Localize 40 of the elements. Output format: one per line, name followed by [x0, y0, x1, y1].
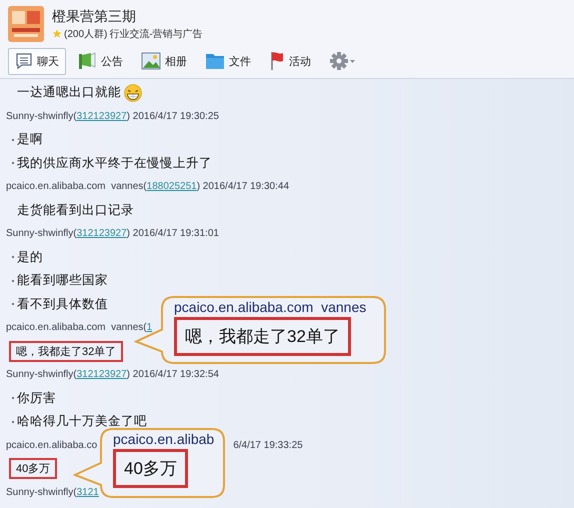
group-avatar [8, 6, 44, 42]
star-icon [52, 29, 62, 39]
highlighted-message: 40多万 [9, 458, 58, 480]
message-header: Sunny-shwinfly(312123927) 2016/4/17 19:30:25 [5, 110, 219, 124]
message-text: 你厉害 [17, 390, 56, 407]
message-header: pcaico.en.alibaba.com vannes(1 [5, 321, 152, 336]
message-sender: pcaico.en.alibaba.co [6, 440, 98, 451]
group-category: 行业交流-营销与广告 [109, 28, 203, 41]
message-text: 能看到哪些国家 [17, 272, 108, 290]
picture-icon [141, 52, 161, 70]
toolbar-tab[interactable]: 公告 [70, 48, 130, 74]
message-text: 一达通嗯出口就能 [17, 84, 121, 102]
flag-icon [269, 51, 285, 71]
message-text: 哈哈得几十万美金了吧 [17, 413, 147, 430]
message-text: 走货能看到出口记录 [17, 202, 134, 219]
member-count: (200人群) [64, 28, 108, 41]
grinning-emoji-icon [124, 84, 142, 102]
message-header: Sunny-shwinfly(3121 [5, 486, 99, 500]
message-time: 6/4/17 19:33:25 [233, 440, 303, 451]
message-text: 是的 [17, 248, 43, 266]
callout-message: 40多万 [113, 449, 188, 488]
message-header: pcaico.en.alibaba.com vannes(188025251) 2016/4/17 19:30:44 [5, 180, 290, 194]
message-text: 看不到具体数值 [17, 296, 108, 313]
toolbar-tab[interactable]: 相册 [134, 48, 194, 74]
message-text: 是啊 [17, 131, 43, 148]
toolbar-tab[interactable]: 活动 [262, 48, 318, 74]
chat-icon [15, 52, 33, 70]
message-header: Sunny-shwinfly(312123927) 2016/4/17 19:31:01 [5, 227, 219, 242]
message-text: 我的供应商水平终于在慢慢上升了 [17, 154, 212, 172]
toolbar-tab[interactable]: 聊天 [8, 48, 66, 74]
folder-icon [205, 52, 225, 70]
message-header: Sunny-shwinfly(312123927) 2016/4/17 19:32:54 [5, 368, 219, 382]
megaphone-icon [77, 51, 97, 71]
highlighted-message: 嗯，我都走了32单了 [9, 340, 124, 362]
callout-sender: pcaico.en.alibaba.com vannes [174, 299, 366, 316]
toolbar-tab[interactable]: 文件 [198, 48, 258, 74]
callout-sender: pcaico.en.alibab [113, 431, 214, 448]
settings-icon [329, 51, 357, 71]
group-name: 橙果营第三期 [52, 7, 137, 25]
callout-message: 嗯，我都走了32单了 [174, 317, 351, 356]
